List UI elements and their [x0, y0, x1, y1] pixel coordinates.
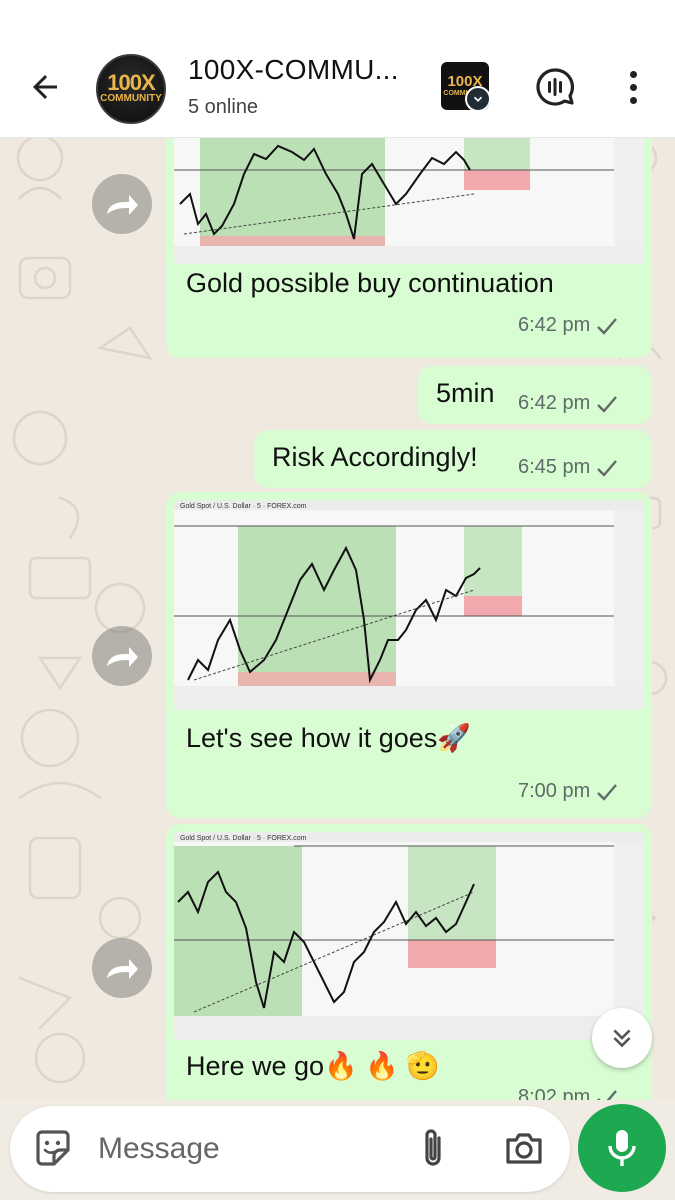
- chevron-down-icon: [465, 86, 489, 110]
- forward-icon: [107, 647, 138, 667]
- voice-chat-button[interactable]: [534, 66, 576, 108]
- forward-button[interactable]: [92, 938, 152, 998]
- chart-image[interactable]: Gold Spot / U.S. Dollar · 5 · FOREX.com: [174, 500, 644, 710]
- check-icon: [597, 783, 618, 801]
- message-meta: 8:02 pm: [518, 1086, 618, 1100]
- dot: [629, 83, 637, 91]
- avatar-text-bottom: COMMUNITY: [100, 93, 162, 104]
- forward-button[interactable]: [92, 626, 152, 686]
- more-vertical-icon: [629, 70, 637, 78]
- message-meta: 6:45 pm: [518, 456, 618, 479]
- dot: [629, 96, 637, 104]
- check-icon: [597, 395, 618, 413]
- sticker-icon: [36, 1130, 70, 1166]
- message-bubble-image[interactable]: Gold Spot / U.S. Dollar · 5 · FOREX.com …: [166, 824, 652, 1100]
- message-text: Risk Accordingly!: [272, 442, 478, 472]
- message-caption: Let's see how it goes🚀: [186, 723, 471, 753]
- forward-icon: [107, 959, 138, 979]
- message-meta: 7:00 pm: [518, 780, 618, 803]
- voice-chat-icon: [536, 68, 575, 106]
- check-icon: [597, 317, 618, 335]
- chart-image[interactable]: [174, 138, 644, 264]
- message-text: 5min: [436, 378, 495, 408]
- chat-area[interactable]: Gold possible buy continuation 6:42 pm 5…: [0, 138, 675, 1100]
- trading-chart: [174, 138, 644, 264]
- chat-header: 100X COMMUNITY 100X-COMMU... 5 online 10…: [0, 40, 675, 138]
- chart-title: Gold Spot / U.S. Dollar · 5 · FOREX.com: [180, 503, 307, 510]
- chart-image[interactable]: Gold Spot / U.S. Dollar · 5 · FOREX.com: [174, 832, 644, 1040]
- voice-record-button[interactable]: [578, 1104, 666, 1192]
- arrow-left-icon: [33, 75, 57, 99]
- check-icon: [597, 1089, 618, 1100]
- attach-button[interactable]: [412, 1126, 454, 1177]
- message-bubble-text[interactable]: 5min 6:42 pm: [418, 366, 652, 424]
- forward-button[interactable]: [92, 174, 152, 234]
- back-button[interactable]: [24, 66, 66, 108]
- message-time: 6:42 pm: [518, 392, 591, 414]
- double-chevron-down-icon: [613, 1029, 631, 1048]
- message-time: 6:45 pm: [518, 456, 591, 478]
- avatar-text-top: 100X: [107, 70, 155, 95]
- status-bar: [0, 0, 675, 40]
- more-options-button[interactable]: [618, 66, 648, 108]
- mic-icon: [608, 1130, 636, 1166]
- sticker-button[interactable]: [32, 1128, 74, 1175]
- message-caption: Gold possible buy continuation: [186, 268, 554, 298]
- message-time: 6:42 pm: [518, 314, 591, 336]
- message-bubble-text[interactable]: Risk Accordingly! 6:45 pm: [254, 430, 652, 488]
- camera-button[interactable]: [502, 1128, 546, 1175]
- chart-title: Gold Spot / U.S. Dollar · 5 · FOREX.com: [180, 835, 307, 842]
- account-switcher[interactable]: 100X COMMUNITY: [441, 62, 489, 110]
- camera-icon: [506, 1133, 542, 1164]
- online-status: 5 online: [188, 96, 259, 118]
- trading-chart: Gold Spot / U.S. Dollar · 5 · FOREX.com: [174, 500, 644, 710]
- group-avatar[interactable]: 100X COMMUNITY: [96, 54, 166, 124]
- message-meta: 6:42 pm: [518, 314, 618, 337]
- message-composer: [10, 1106, 570, 1192]
- message-caption: Here we go🔥 🔥 🫡: [186, 1051, 440, 1081]
- trading-chart: Gold Spot / U.S. Dollar · 5 · FOREX.com: [174, 832, 644, 1040]
- message-time: 7:00 pm: [518, 780, 591, 802]
- paperclip-icon: [425, 1129, 441, 1166]
- message-bubble-image[interactable]: Gold possible buy continuation 6:42 pm: [166, 138, 652, 358]
- message-input[interactable]: [98, 1124, 378, 1174]
- composer-bar: [0, 1100, 675, 1200]
- scroll-to-bottom-button[interactable]: [592, 1008, 652, 1068]
- message-time: 8:02 pm: [518, 1086, 591, 1100]
- chat-title[interactable]: 100X-COMMU...: [188, 54, 399, 86]
- check-icon: [597, 459, 618, 477]
- message-bubble-image[interactable]: Gold Spot / U.S. Dollar · 5 · FOREX.com …: [166, 492, 652, 818]
- forward-icon: [107, 195, 138, 215]
- message-meta: 6:42 pm: [518, 392, 618, 415]
